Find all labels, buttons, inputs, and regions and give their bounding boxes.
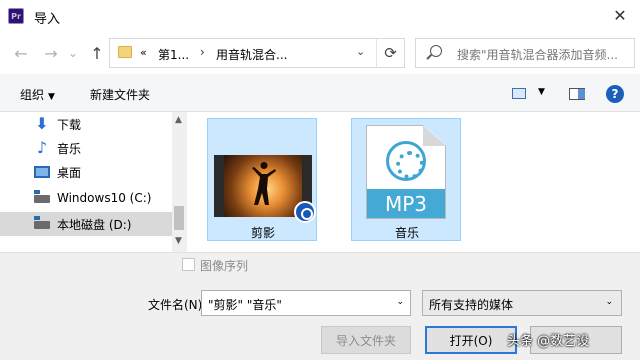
filename-value: "剪影" "音乐" [208,298,282,312]
image-sequence-checkbox[interactable] [182,258,195,271]
sidebar-item-label: 音乐 [57,141,82,156]
forward-button[interactable]: → [40,42,62,64]
file-list: 剪影 MP3 音乐 [187,112,640,252]
sidebar-item-drive-d[interactable]: 本地磁盘 (D:) [0,212,172,236]
music-icon: ♪ [36,138,48,157]
up-button[interactable]: ↑ [86,42,108,64]
filename-input[interactable]: "剪影" "音乐" ⌄ [201,290,411,316]
new-folder-button[interactable]: 新建文件夹 [90,86,150,103]
silhouette-image [224,155,302,217]
filename-label: 文件名(N): [148,298,207,312]
sidebar-item-drive-c[interactable]: Windows10 (C:) [0,186,172,210]
film-strip [214,155,224,217]
breadcrumb-separator[interactable]: › [200,45,205,59]
scroll-up-arrow-icon[interactable]: ▲ [175,115,182,125]
image-sequence-label: 图像序列 [200,259,249,273]
folder-icon [118,46,132,58]
caret-down-icon: ▼ [48,92,55,102]
back-button[interactable]: ← [10,42,32,64]
sidebar-item-label: Windows10 (C:) [57,191,152,205]
file-item-video[interactable]: 剪影 [207,118,317,241]
sidebar-item-label: 本地磁盘 (D:) [57,217,132,232]
breadcrumb-crumb-2[interactable]: 用音轨混合... [216,46,287,63]
watermark-text: 头条 @数艺设 [507,334,590,349]
view-options-caret-icon[interactable]: ▼ [538,87,545,97]
filter-value: 所有支持的媒体 [429,298,514,312]
import-folder-button[interactable]: 导入文件夹 [321,326,411,354]
scrollbar-thumb[interactable] [174,206,184,230]
help-icon[interactable]: ? [606,85,624,103]
drive-icon [34,190,50,203]
address-dropdown[interactable]: ⌄ [356,45,365,58]
audio-reel-icon [386,141,426,181]
mp3-badge: MP3 [367,189,445,218]
chevron-down-icon[interactable]: ⌄ [605,297,613,307]
drive-icon [34,216,50,229]
organize-label: 组织 [20,88,45,102]
sidebar-item-music[interactable]: ♪ 音乐 [0,136,172,160]
file-item-mp3[interactable]: MP3 音乐 [351,118,461,241]
sidebar-item-desktop[interactable]: 桌面 [0,160,172,184]
file-name: 音乐 [394,226,419,240]
navigation-row: ← → ⌄ ↑ « 第1... › 用音轨混合... ⌄ ⟳ 搜索"用音轨混合器… [0,32,640,74]
video-badge-icon [294,201,316,223]
download-icon: ⬇ [35,114,49,133]
address-bar[interactable]: « 第1... › 用音轨混合... ⌄ ⟳ [109,38,405,68]
sidebar-item-downloads[interactable]: ⬇ 下载 [0,112,172,136]
premiere-app-icon: Pr [8,8,24,24]
navigation-scrollbar[interactable]: ▲ ▼ [172,112,186,252]
title-bar: Pr 导入 ✕ [0,0,640,32]
search-icon [430,45,442,57]
sidebar-item-label: 下载 [57,117,82,132]
breadcrumb-crumb-1[interactable]: 第1... [158,46,189,63]
recent-locations-dropdown[interactable]: ⌄ [62,42,84,64]
search-placeholder: 搜索"用音轨混合器添加音频... [457,48,618,62]
divider [0,252,640,253]
open-button[interactable]: 打开(O) [425,326,517,354]
desktop-icon [34,166,50,178]
sidebar-item-label: 桌面 [57,165,82,180]
organize-button[interactable]: 组织 ▼ [20,86,55,103]
toolbar: 组织 ▼ 新建文件夹 ▼ ? [0,74,640,112]
preview-pane-icon[interactable] [569,88,585,100]
address-overflow[interactable]: « [140,46,147,59]
view-icon[interactable] [512,88,526,99]
file-name: 剪影 [250,226,275,240]
search-box[interactable]: 搜索"用音轨混合器添加音频... [415,38,635,68]
close-button[interactable]: ✕ [608,3,632,27]
navigation-pane: ⬇ 下载 ♪ 音乐 桌面 Windows10 (C:) 本地磁盘 (D:) ▲ … [0,112,186,252]
chevron-down-icon[interactable]: ⌄ [396,297,404,307]
window-title: 导入 [34,12,61,27]
dancer-silhouette-icon [252,162,276,205]
scroll-down-arrow-icon[interactable]: ▼ [175,236,182,246]
file-type-filter[interactable]: 所有支持的媒体 ⌄ [422,290,622,316]
refresh-button[interactable]: ⟳ [376,39,404,67]
